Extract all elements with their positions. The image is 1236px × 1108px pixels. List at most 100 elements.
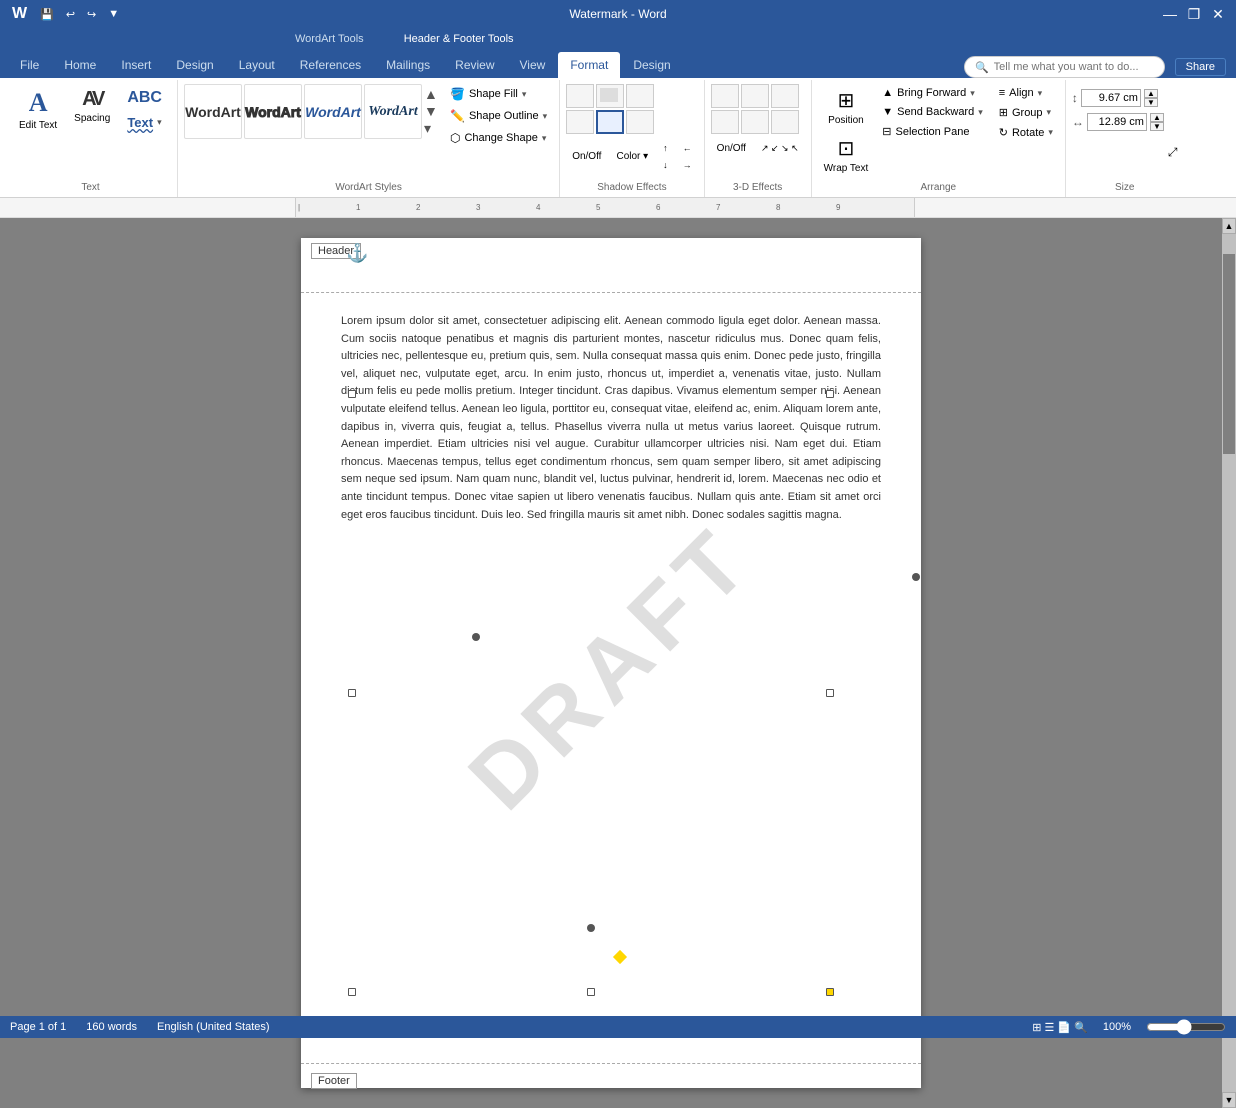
share-button[interactable]: Share — [1175, 58, 1226, 76]
tab-design[interactable]: Design — [164, 52, 225, 78]
edit-text-button[interactable]: A Edit Text — [10, 84, 66, 136]
wordart-style-3[interactable]: WordArt — [304, 84, 362, 139]
3d-tilt-buttons[interactable]: ↗ ↙ ↘ ↖ — [755, 140, 805, 157]
wordart-tools-tab[interactable]: WordArt Tools — [285, 31, 374, 47]
header-area[interactable]: ⚓ Header — [301, 238, 921, 293]
size-expand-button[interactable]: ⤢ — [1168, 145, 1178, 160]
wordart-style-2[interactable]: WordArt — [244, 84, 302, 139]
width-increment[interactable]: ▲ — [1150, 113, 1164, 122]
shadow-nudge-down[interactable]: ↓ — [657, 157, 674, 173]
shape-outline-button[interactable]: ✏️ Shape Outline ▾ — [444, 106, 553, 126]
arrange-group-label: Arrange — [818, 180, 1059, 195]
shape-style-buttons: 🪣 Shape Fill ▾ ✏️ Shape Outline ▾ ⬡ Chan… — [444, 84, 553, 148]
shadow-color-button[interactable]: Color ▾ — [610, 140, 654, 173]
shadow-style-2[interactable] — [596, 84, 624, 108]
wordart-style-4[interactable]: WordArt — [364, 84, 422, 139]
3d-style-4[interactable] — [711, 110, 739, 134]
shadow-style-1[interactable] — [566, 84, 594, 108]
status-right: ⊞ ☰ 📄 🔍 100% — [1032, 1019, 1226, 1035]
shadow-nudge-left[interactable]: ← — [677, 140, 698, 156]
footer-area[interactable]: Footer — [301, 1063, 921, 1098]
wordart-style-1[interactable]: WordArt — [184, 84, 242, 139]
shadow-style-6[interactable] — [626, 110, 654, 134]
width-input[interactable] — [1087, 113, 1147, 131]
3d-style-3[interactable] — [771, 84, 799, 108]
handle-bottom-right[interactable] — [826, 988, 834, 996]
text-buttons-col: ABC Text ▾ — [118, 84, 171, 135]
height-decrement[interactable]: ▼ — [1144, 98, 1158, 107]
search-input[interactable] — [994, 61, 1154, 73]
header-footer-tools-tab[interactable]: Header & Footer Tools — [394, 31, 524, 47]
change-shape-icon: ⬡ — [450, 131, 460, 145]
shadow-nudge-up[interactable]: ↑ — [657, 140, 674, 156]
width-decrement[interactable]: ▼ — [1150, 122, 1164, 131]
shadow-style-5[interactable] — [596, 110, 624, 134]
gallery-scroll[interactable]: ▲ ▼ ▾ — [424, 86, 438, 137]
tab-layout[interactable]: Layout — [227, 52, 287, 78]
abc-button[interactable]: ABC — [121, 86, 168, 110]
undo-button[interactable]: ↩ — [63, 6, 78, 23]
bring-forward-button[interactable]: ▲ Bring Forward ▾ — [876, 84, 988, 102]
tab-references[interactable]: References — [288, 52, 373, 78]
app-body: ⚓ Header DRAFT — [0, 218, 1236, 1108]
shadow-nudge-right[interactable]: → — [677, 157, 698, 173]
av-spacing-button[interactable]: AV Spacing — [68, 84, 116, 129]
restore-button[interactable]: ❐ — [1184, 4, 1204, 24]
height-increment[interactable]: ▲ — [1144, 89, 1158, 98]
align-icon: ≡ — [999, 87, 1005, 99]
close-button[interactable]: ✕ — [1208, 4, 1228, 24]
3d-on-off-button[interactable]: On/Off — [711, 140, 752, 157]
send-backward-button[interactable]: ▼ Send Backward ▾ — [876, 103, 988, 121]
3d-buttons: On/Off ↗ ↙ ↘ ↖ — [711, 84, 805, 157]
right-scrollbar[interactable]: ▲ ▼ — [1222, 218, 1236, 1108]
change-shape-button[interactable]: ⬡ Change Shape ▾ — [444, 128, 553, 148]
height-input[interactable] — [1081, 89, 1141, 107]
minimize-button[interactable]: — — [1160, 4, 1180, 24]
tab-view[interactable]: View — [508, 52, 558, 78]
3d-style-5[interactable] — [741, 110, 769, 134]
scroll-down-button[interactable]: ▼ — [1222, 1092, 1236, 1108]
tab-mailings[interactable]: Mailings — [374, 52, 442, 78]
shape-fill-label: Shape Fill — [469, 88, 518, 100]
width-icon: ↔ — [1072, 115, 1084, 129]
page-info: Page 1 of 1 — [10, 1021, 66, 1033]
tab-home[interactable]: Home — [52, 52, 108, 78]
3d-style-1[interactable] — [711, 84, 739, 108]
rotate-button[interactable]: ↻ Rotate ▾ — [993, 123, 1059, 142]
redo-button[interactable]: ↪ — [84, 6, 99, 23]
scrollbar-track[interactable] — [1222, 234, 1236, 1092]
text-dropdown-icon: ▾ — [157, 117, 162, 128]
handle-middle-left[interactable] — [348, 689, 356, 697]
scrollbar-thumb[interactable] — [1223, 254, 1235, 454]
handle-middle-right[interactable] — [826, 689, 834, 697]
shape-fill-button[interactable]: 🪣 Shape Fill ▾ — [444, 84, 553, 104]
document-area[interactable]: ⚓ Header DRAFT — [0, 218, 1222, 1108]
3d-style-6[interactable] — [771, 110, 799, 134]
wrap-icon: ⊡ — [838, 136, 855, 161]
handle-bottom-middle[interactable] — [587, 988, 595, 996]
shadow-style-4[interactable] — [566, 110, 594, 134]
height-icon: ↕ — [1072, 91, 1078, 105]
save-button[interactable]: 💾 — [37, 6, 57, 23]
tab-design2[interactable]: Design — [621, 52, 682, 78]
wrap-text-button[interactable]: ⊡ Wrap Text — [818, 132, 875, 178]
scroll-up-button[interactable]: ▲ — [1222, 218, 1236, 234]
position-button[interactable]: ⊞ Position — [818, 84, 875, 130]
tab-insert[interactable]: Insert — [109, 52, 163, 78]
shadow-on-off-button[interactable]: On/Off — [566, 140, 607, 173]
tab-format[interactable]: Format — [558, 52, 620, 78]
shadow-style-3[interactable] — [626, 84, 654, 108]
group-icon: ⊞ — [999, 106, 1008, 119]
zoom-slider[interactable] — [1146, 1019, 1226, 1035]
align-button[interactable]: ≡ Align ▾ — [993, 84, 1059, 102]
selection-pane-button[interactable]: ⊟ Selection Pane — [876, 122, 988, 141]
tab-review[interactable]: Review — [443, 52, 506, 78]
tab-file[interactable]: File — [8, 52, 51, 78]
text-effects-button[interactable]: Text ▾ — [121, 112, 168, 133]
word-count: 160 words — [86, 1021, 137, 1033]
customize-qat-button[interactable]: ▼ — [105, 6, 122, 22]
width-row: ↔ ▲ ▼ — [1072, 112, 1164, 132]
group-button[interactable]: ⊞ Group ▾ — [993, 103, 1059, 122]
3d-style-2[interactable] — [741, 84, 769, 108]
handle-bottom-left[interactable] — [348, 988, 356, 996]
